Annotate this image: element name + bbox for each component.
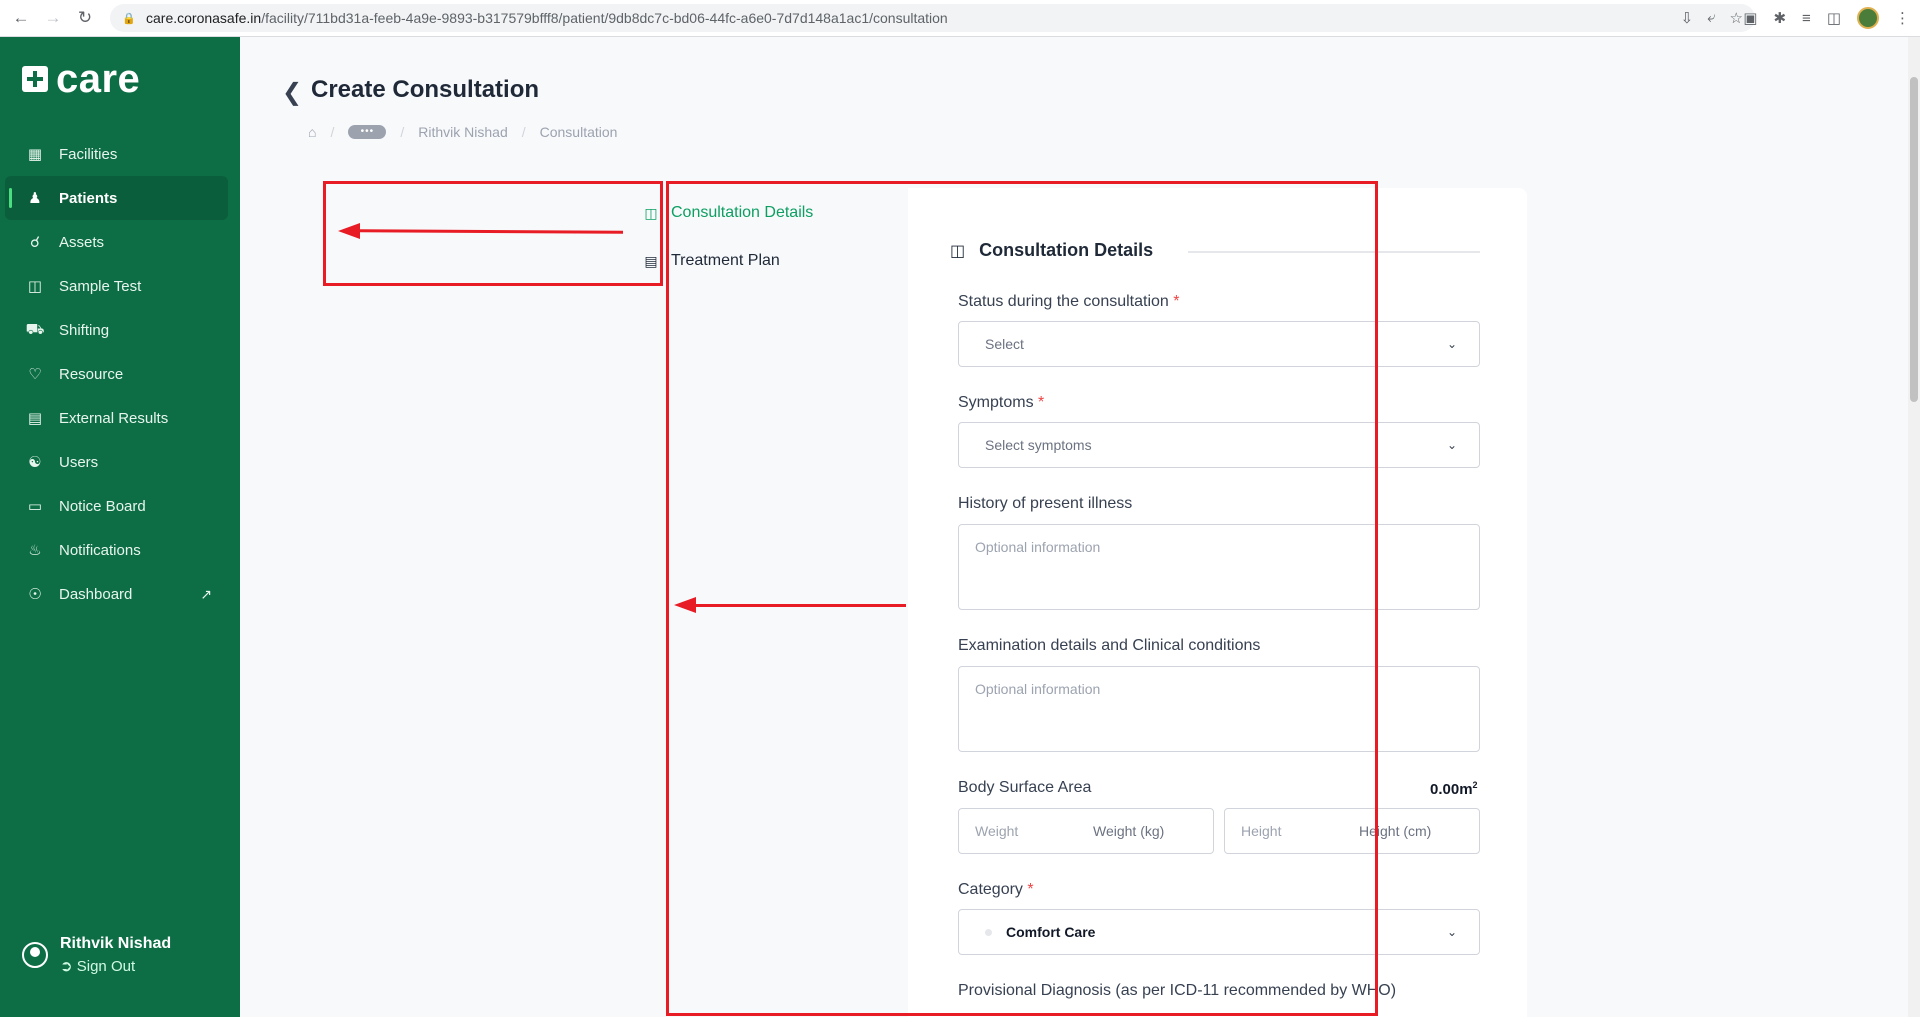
sidebar-item-notice-board[interactable]: ▭ Notice Board: [5, 484, 228, 528]
breadcrumb: ⌂ / ••• / Rithvik Nishad / Consultation: [308, 124, 617, 140]
sidebar-item-shifting[interactable]: ⛟ Shifting: [5, 308, 228, 352]
share-icon[interactable]: ⤶: [1707, 9, 1715, 27]
sidebar-item-external-results[interactable]: ▤ External Results: [5, 396, 228, 440]
page-scrollbar[interactable]: [1908, 37, 1920, 1017]
sidebar-item-label: Notifications: [59, 541, 141, 559]
sidebar-item-patients[interactable]: ♟ Patients: [5, 176, 228, 220]
star-icon[interactable]: ☆: [1730, 9, 1743, 27]
address-bar[interactable]: 🔒 care.coronasafe.in/facility/711bd31a-f…: [110, 4, 1755, 32]
medkit-icon: ◫: [27, 278, 43, 295]
browser-toolbar: ← → ↻ 🔒 care.coronasafe.in/facility/711b…: [0, 0, 1920, 37]
breadcrumb-patient[interactable]: Rithvik Nishad: [418, 124, 507, 140]
lock-icon: 🔒: [122, 13, 136, 25]
breadcrumb-more-button[interactable]: •••: [348, 125, 387, 139]
sidebar-item-label: Notice Board: [59, 497, 146, 515]
monitor-icon: ▭: [27, 498, 43, 515]
dashboard-icon: ☉: [28, 586, 42, 603]
reload-icon[interactable]: ↻: [74, 7, 96, 29]
sidebar-item-label: Users: [59, 453, 99, 471]
user-profile[interactable]: Rithvik Nishad ➲ Sign Out: [22, 935, 171, 975]
reading-list-icon[interactable]: ≡: [1802, 10, 1811, 27]
breadcrumb-consultation[interactable]: Consultation: [540, 124, 618, 140]
sidebar-menu: ▦ Facilities ♟ Patients ☌ Assets ◫ Sample Te…: [5, 132, 228, 616]
bsa-unit-superscript: 2: [1472, 780, 1478, 790]
breadcrumb-separator: /: [521, 124, 526, 140]
clipboard-icon: ▤: [27, 410, 43, 427]
chevron-down-icon: ⌄: [1446, 925, 1457, 939]
external-link-icon: ↗: [200, 585, 212, 602]
forward-arrow-icon[interactable]: →: [42, 7, 64, 29]
users-icon: ☯: [28, 454, 42, 471]
sidebar-item-assets[interactable]: ☌ Assets: [5, 220, 228, 264]
user-name: Rithvik Nishad: [60, 935, 172, 952]
breadcrumb-separator: /: [330, 124, 335, 140]
sidebar: care ▦ Facilities ♟ Patients ☌ Assets ◫ Samp…: [0, 37, 240, 1017]
back-chevron-icon[interactable]: ❮: [282, 78, 302, 107]
sidebar-item-label: Sample Test: [59, 277, 142, 295]
install-icon[interactable]: ⇩: [1681, 9, 1694, 27]
bsa-value: 0.00m2: [1430, 780, 1478, 798]
sidebar-item-sample-test[interactable]: ◫ Sample Test: [5, 264, 228, 308]
sidebar-item-users[interactable]: ☯ Users: [5, 440, 228, 484]
sidebar-item-notifications[interactable]: ♨ Notifications: [5, 528, 228, 572]
bsa-number: 0.00m: [1430, 781, 1473, 798]
ambulance-icon: ⛟: [25, 320, 45, 338]
sidebar-item-label: Dashboard: [59, 585, 133, 603]
care-logo-icon: [22, 66, 48, 92]
breadcrumb-separator: /: [400, 124, 405, 140]
building-icon: ▦: [27, 146, 43, 163]
sidebar-item-label: Patients: [59, 189, 118, 207]
annotation-arrow-line: [696, 604, 906, 607]
home-icon[interactable]: ⌂: [308, 124, 316, 140]
sidebar-item-label: Shifting: [59, 321, 110, 339]
user-icon: ♟: [28, 190, 42, 207]
profile-avatar[interactable]: [1857, 7, 1879, 29]
user-avatar-icon: [22, 942, 48, 968]
more-menu-icon[interactable]: ⋮: [1895, 9, 1910, 27]
chevron-down-icon: ⌄: [1446, 337, 1457, 351]
side-panel-icon[interactable]: ◫: [1827, 9, 1841, 27]
bell-icon: ♨: [28, 542, 42, 559]
sign-out-icon: ➲: [60, 958, 77, 975]
back-arrow-icon[interactable]: ←: [10, 7, 32, 29]
sidebar-item-label: Resource: [59, 365, 124, 383]
heart-icon: ♡: [28, 366, 42, 383]
scrollbar-thumb[interactable]: [1910, 77, 1918, 402]
cart-icon: ☌: [29, 234, 41, 251]
care-logo[interactable]: care: [22, 59, 140, 99]
annotation-box-section: [666, 181, 1378, 1016]
annotation-arrow-head: [338, 223, 360, 239]
logo-text: care: [56, 57, 141, 101]
sign-out-button[interactable]: ➲ Sign Out: [60, 957, 171, 975]
sidebar-item-label: External Results: [59, 409, 169, 427]
url-path: /facility/711bd31a-feeb-4a9e-9893-b31757…: [261, 10, 948, 26]
extensions-icon[interactable]: ✱: [1773, 9, 1786, 27]
picture-in-picture-icon[interactable]: ▣: [1743, 9, 1757, 27]
sidebar-item-dashboard[interactable]: ☉ Dashboard ↗: [5, 572, 228, 616]
sidebar-item-label: Assets: [59, 233, 105, 251]
sidebar-item-label: Facilities: [59, 145, 118, 163]
sidebar-item-facilities[interactable]: ▦ Facilities: [5, 132, 228, 176]
annotation-arrow-head: [674, 597, 696, 613]
url-host: care.coronasafe.in: [146, 10, 262, 26]
sign-out-label: Sign Out: [76, 958, 136, 975]
sidebar-item-resource[interactable]: ♡ Resource: [5, 352, 228, 396]
page-title: Create Consultation: [311, 76, 540, 103]
chevron-down-icon: ⌄: [1446, 438, 1457, 452]
